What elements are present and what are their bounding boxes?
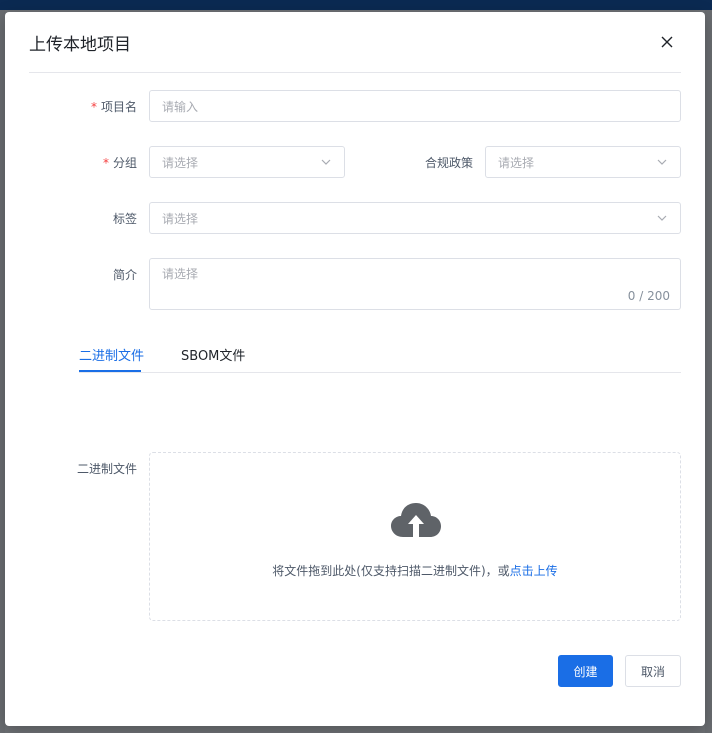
description-placeholder: 请选择 (162, 267, 199, 281)
project-name-label: * 项目名 (27, 98, 137, 115)
close-button[interactable] (655, 30, 679, 54)
file-drop-zone[interactable]: 将文件拖到此处(仅支持扫描二进制文件)，或点击上传 (149, 452, 681, 621)
group-label-text: 分组 (112, 156, 137, 170)
group-select[interactable]: 请选择 (149, 146, 345, 178)
description-label: 简介 (112, 268, 137, 282)
tags-placeholder: 请选择 (162, 211, 199, 226)
tags-label: 标签 (112, 212, 137, 226)
chevron-down-icon (657, 215, 667, 221)
dialog-title: 上传本地项目 (29, 35, 131, 55)
tabs-baseline (79, 372, 681, 373)
project-name-label-text: 项目名 (100, 100, 137, 114)
project-name-input[interactable]: 请输入 (149, 90, 681, 122)
compliance-policy-placeholder: 请选择 (498, 155, 535, 170)
chevron-down-icon (321, 159, 331, 165)
close-icon (661, 36, 673, 48)
compliance-policy-label: 合规政策 (424, 156, 473, 170)
required-asterisk: * (90, 100, 97, 114)
group-label: * 分组 (27, 154, 137, 171)
cancel-button[interactable]: 取消 (625, 655, 681, 687)
background-top-bar (0, 0, 712, 10)
create-button[interactable]: 创建 (558, 655, 613, 687)
upload-project-dialog: 上传本地项目 * 项目名 请输入 * 分组 请选择 合规政策 请选择 标签 请选择 … (5, 12, 705, 726)
compliance-policy-select[interactable]: 请选择 (485, 146, 681, 178)
header-divider (29, 72, 681, 73)
cloud-upload-icon (391, 503, 441, 537)
required-asterisk: * (102, 156, 109, 170)
drop-hint-text: 将文件拖到此处(仅支持扫描二进制文件)，或 (272, 564, 510, 578)
binary-file-label: 二进制文件 (76, 462, 137, 476)
drop-hint: 将文件拖到此处(仅支持扫描二进制文件)，或点击上传 (150, 562, 680, 579)
group-placeholder: 请选择 (162, 155, 199, 170)
tags-select[interactable]: 请选择 (149, 202, 681, 234)
chevron-down-icon (657, 159, 667, 165)
project-name-placeholder: 请输入 (162, 99, 199, 114)
click-upload-link[interactable]: 点击上传 (510, 564, 558, 578)
character-counter: 0 / 200 (627, 289, 670, 303)
tab-sbom-file[interactable]: SBOM文件 (181, 345, 245, 364)
active-tab-indicator (79, 370, 141, 372)
tab-binary-file[interactable]: 二进制文件 (79, 345, 144, 364)
description-textarea[interactable]: 请选择 0 / 200 (149, 258, 681, 310)
background-right-column (705, 10, 712, 733)
